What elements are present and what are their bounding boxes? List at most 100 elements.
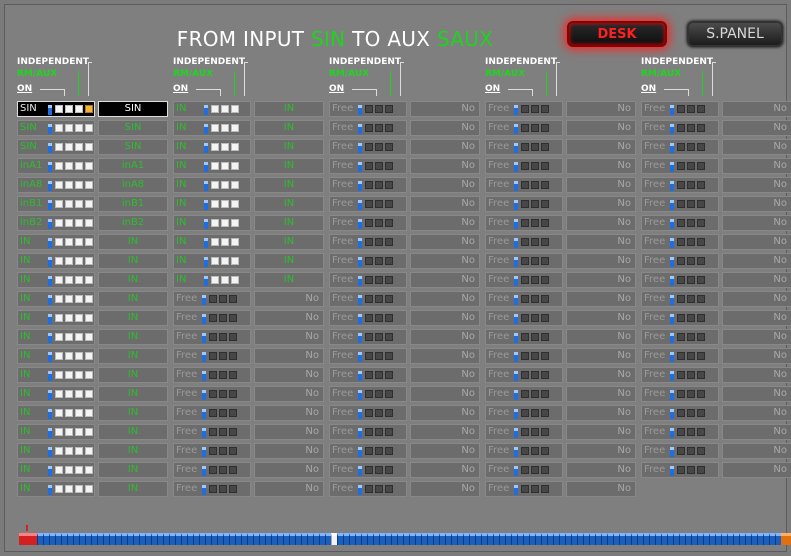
routing-row[interactable]: IN IN — [17, 234, 168, 250]
output-cell[interactable]: No — [566, 215, 636, 231]
input-cell[interactable]: Free — [173, 386, 251, 402]
route-toggle[interactable] — [531, 143, 539, 151]
input-cell[interactable]: Free — [173, 462, 251, 478]
route-toggle[interactable] — [231, 219, 239, 227]
routing-row[interactable]: inB1 inB1 — [17, 196, 168, 212]
route-toggle[interactable] — [697, 447, 705, 455]
output-cell[interactable]: No — [410, 139, 480, 155]
route-toggle[interactable] — [697, 162, 705, 170]
input-cell[interactable]: Free — [329, 196, 407, 212]
output-cell[interactable]: No — [722, 215, 791, 231]
channel-select-icon[interactable] — [358, 219, 362, 229]
route-toggle[interactable] — [229, 409, 237, 417]
output-cell[interactable]: No — [254, 329, 324, 345]
input-cell[interactable]: Free — [485, 196, 563, 212]
route-toggle[interactable] — [231, 162, 239, 170]
route-toggle[interactable] — [75, 333, 83, 341]
route-toggle[interactable] — [229, 295, 237, 303]
route-toggle[interactable] — [221, 238, 229, 246]
route-toggle[interactable] — [85, 238, 93, 246]
input-cell[interactable]: IN — [17, 386, 95, 402]
route-toggle[interactable] — [85, 295, 93, 303]
route-toggle[interactable] — [65, 371, 73, 379]
route-toggle[interactable] — [221, 162, 229, 170]
output-cell[interactable]: IN — [98, 386, 168, 402]
route-toggle[interactable] — [375, 371, 383, 379]
input-cell[interactable]: SIN — [17, 139, 95, 155]
route-toggle[interactable] — [687, 257, 695, 265]
channel-select-icon[interactable] — [514, 409, 518, 419]
routing-row[interactable]: Free No — [329, 139, 480, 155]
route-toggle[interactable] — [231, 105, 239, 113]
output-cell[interactable]: No — [410, 234, 480, 250]
channel-select-icon[interactable] — [48, 409, 52, 419]
output-cell[interactable]: No — [722, 405, 791, 421]
output-cell[interactable]: IN — [98, 462, 168, 478]
output-cell[interactable]: No — [722, 139, 791, 155]
route-toggle[interactable] — [209, 447, 217, 455]
route-toggle[interactable] — [531, 485, 539, 493]
route-toggle[interactable] — [375, 428, 383, 436]
channel-select-icon[interactable] — [48, 105, 52, 115]
output-cell[interactable]: IN — [254, 196, 324, 212]
routing-row[interactable]: Free No — [329, 367, 480, 383]
channel-select-icon[interactable] — [358, 162, 362, 172]
input-cell[interactable]: Free — [485, 215, 563, 231]
route-toggle[interactable] — [221, 105, 229, 113]
route-toggle[interactable] — [677, 295, 685, 303]
routing-row[interactable]: Free No — [173, 443, 324, 459]
route-toggle[interactable] — [521, 143, 529, 151]
route-toggle[interactable] — [65, 238, 73, 246]
route-toggle[interactable] — [521, 447, 529, 455]
route-toggle[interactable] — [85, 181, 93, 189]
route-toggle[interactable] — [231, 200, 239, 208]
route-toggle[interactable] — [375, 124, 383, 132]
input-cell[interactable]: Free — [173, 329, 251, 345]
route-toggle[interactable] — [385, 143, 393, 151]
route-toggle[interactable] — [541, 447, 549, 455]
routing-row[interactable]: Free No — [485, 215, 636, 231]
route-toggle[interactable] — [521, 181, 529, 189]
input-cell[interactable]: Free — [485, 443, 563, 459]
route-toggle[interactable] — [385, 485, 393, 493]
input-cell[interactable]: Free — [641, 196, 719, 212]
route-toggle[interactable] — [531, 257, 539, 265]
output-cell[interactable]: IN — [98, 405, 168, 421]
route-toggle[interactable] — [55, 485, 63, 493]
route-toggle[interactable] — [531, 466, 539, 474]
route-toggle[interactable] — [85, 333, 93, 341]
route-toggle[interactable] — [385, 162, 393, 170]
input-cell[interactable]: Free — [641, 405, 719, 421]
channel-select-icon[interactable] — [670, 295, 674, 305]
channel-select-icon[interactable] — [358, 314, 362, 324]
output-cell[interactable]: SIN — [98, 139, 168, 155]
channel-select-icon[interactable] — [670, 257, 674, 267]
input-cell[interactable]: IN — [17, 443, 95, 459]
route-toggle[interactable] — [219, 485, 227, 493]
route-toggle[interactable] — [531, 447, 539, 455]
route-toggle[interactable] — [531, 333, 539, 341]
output-cell[interactable]: No — [566, 101, 636, 117]
route-toggle[interactable] — [211, 181, 219, 189]
route-toggle[interactable] — [697, 314, 705, 322]
route-toggle[interactable] — [229, 314, 237, 322]
routing-row[interactable]: Free No — [641, 386, 791, 402]
route-toggle[interactable] — [55, 105, 63, 113]
route-toggle[interactable] — [221, 181, 229, 189]
input-cell[interactable]: Free — [641, 215, 719, 231]
routing-row[interactable]: Free No — [641, 215, 791, 231]
output-cell[interactable]: IN — [98, 424, 168, 440]
input-cell[interactable]: Free — [485, 272, 563, 288]
route-toggle[interactable] — [531, 219, 539, 227]
route-toggle[interactable] — [85, 371, 93, 379]
route-toggle[interactable] — [85, 447, 93, 455]
output-cell[interactable]: IN — [254, 139, 324, 155]
input-cell[interactable]: IN — [17, 291, 95, 307]
routing-row[interactable]: Free No — [485, 253, 636, 269]
route-toggle[interactable] — [677, 105, 685, 113]
route-toggle[interactable] — [75, 371, 83, 379]
routing-row[interactable]: IN IN — [17, 481, 168, 497]
route-toggle[interactable] — [385, 409, 393, 417]
route-toggle[interactable] — [697, 200, 705, 208]
input-cell[interactable]: Free — [641, 177, 719, 193]
